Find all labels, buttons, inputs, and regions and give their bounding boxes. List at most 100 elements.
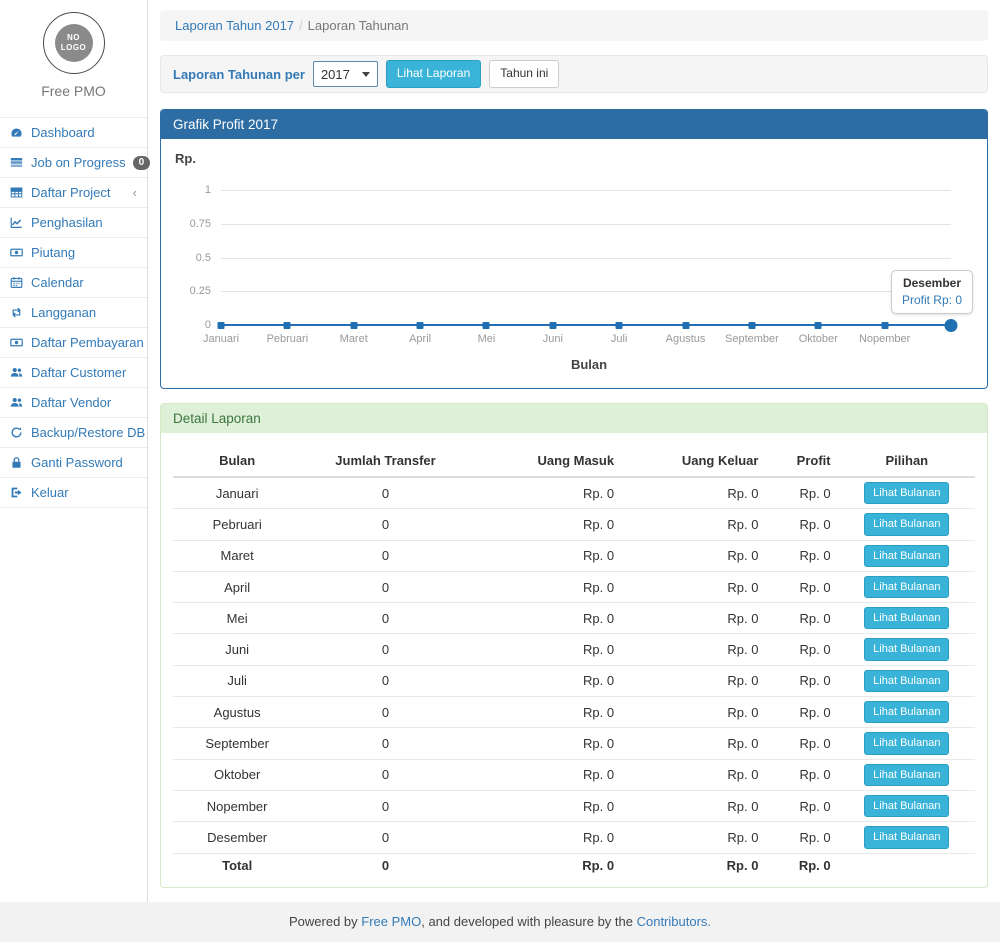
retweet-icon [10,306,24,319]
sidebar-item-langganan[interactable]: Langganan [0,298,147,328]
profit-cell: Rp. 0 [766,571,838,602]
profit-cell: Rp. 0 [766,853,838,877]
sidebar-item-label: Job on Progress [31,155,126,170]
y-tick-label: 0.25 [190,285,211,297]
footer-link-contributors[interactable]: Contributors. [637,914,711,929]
profit-cell: Rp. 0 [766,697,838,728]
data-point-oktober[interactable] [815,322,822,329]
x-tick-label: Juni [543,333,563,345]
money-out-cell: Rp. 0 [622,759,766,790]
money-in-cell: Rp. 0 [470,697,622,728]
data-point-pebruari[interactable] [284,322,291,329]
data-point-januari[interactable] [218,322,225,329]
table-row-desember: Desember0Rp. 0Rp. 0Rp. 0Lihat Bulanan [173,822,975,853]
sidebar-item-daftar-customer[interactable]: Daftar Customer [0,358,147,388]
view-monthly-button-maret[interactable]: Lihat Bulanan [864,545,949,567]
profit-cell: Rp. 0 [766,477,838,509]
money-in-cell: Rp. 0 [470,853,622,877]
detail-report-panel: Detail Laporan BulanJumlah TransferUang … [160,403,988,888]
sidebar-item-daftar-pembayaran[interactable]: Daftar Pembayaran [0,328,147,358]
sidebar-item-daftar-project[interactable]: Daftar Project‹ [0,178,147,208]
transfer-count-cell: 0 [301,790,469,821]
users-icon [10,396,24,409]
profit-cell: Rp. 0 [766,790,838,821]
data-point-juli[interactable] [616,322,623,329]
data-point-agustus[interactable] [682,322,689,329]
column-header-uang-masuk: Uang Masuk [470,445,622,477]
money-out-cell: Rp. 0 [622,571,766,602]
sidebar-item-piutang[interactable]: Piutang [0,238,147,268]
logo-text-line1: NO [67,33,80,43]
sidebar-item-label: Ganti Password [31,455,123,470]
profit-series-line [221,324,951,326]
action-cell: Lihat Bulanan [839,477,975,509]
view-monthly-button-nopember[interactable]: Lihat Bulanan [864,795,949,817]
chart-tooltip-value: Profit Rp: 0 [902,293,962,307]
view-monthly-button-juni[interactable]: Lihat Bulanan [864,638,949,660]
monthly-report-table: BulanJumlah TransferUang MasukUang Kelua… [173,445,975,877]
column-header-profit: Profit [766,445,838,477]
sidebar-item-job-on-progress[interactable]: Job on Progress0 [0,148,147,178]
profit-cell: Rp. 0 [766,540,838,571]
view-monthly-button-oktober[interactable]: Lihat Bulanan [864,764,949,786]
view-monthly-button-juli[interactable]: Lihat Bulanan [864,670,949,692]
money-out-cell: Rp. 0 [622,540,766,571]
brand-name: Free PMO [0,83,147,99]
chart-tooltip-title: Desember [902,276,962,290]
sidebar-item-label: Daftar Project [31,185,110,200]
data-point-nopember[interactable] [881,322,888,329]
users-icon [10,366,24,379]
sidebar-item-penghasilan[interactable]: Penghasilan [0,208,147,238]
data-point-maret[interactable] [350,322,357,329]
sidebar-item-label: Dashboard [31,125,95,140]
sidebar-item-dashboard[interactable]: Dashboard [0,118,147,148]
sidebar-item-calendar[interactable]: Calendar [0,268,147,298]
action-cell: Lihat Bulanan [839,697,975,728]
view-monthly-button-september[interactable]: Lihat Bulanan [864,732,949,754]
view-monthly-button-agustus[interactable]: Lihat Bulanan [864,701,949,723]
view-monthly-button-april[interactable]: Lihat Bulanan [864,576,949,598]
footer-link-free-pmo[interactable]: Free PMO [361,914,421,929]
sidebar: NO LOGO Free PMO DashboardJob on Progres… [0,0,148,902]
view-monthly-button-januari[interactable]: Lihat Bulanan [864,482,949,504]
data-point-juni[interactable] [549,322,556,329]
data-point-mei[interactable] [483,322,490,329]
table-row-juni: Juni0Rp. 0Rp. 0Rp. 0Lihat Bulanan [173,634,975,665]
year-select[interactable]: 2017 [313,61,378,87]
sidebar-item-backup-restore-db[interactable]: Backup/Restore DB [0,418,147,448]
month-cell: Mei [173,603,301,634]
profit-chart-body: Rp. 10.750.50.250JanuariPebruariMaretApr… [161,139,987,388]
transfer-count-cell: 0 [301,571,469,602]
footer-text-middle: , and developed with pleasure by the [421,914,636,929]
table-row-januari: Januari0Rp. 0Rp. 0Rp. 0Lihat Bulanan [173,477,975,509]
profit-cell: Rp. 0 [766,509,838,540]
view-monthly-button-mei[interactable]: Lihat Bulanan [864,607,949,629]
tasks-icon [10,156,24,169]
current-year-button[interactable]: Tahun ini [489,60,559,88]
y-tick-label: 0.5 [196,252,211,264]
money-in-cell: Rp. 0 [470,571,622,602]
month-cell: Juni [173,634,301,665]
sidebar-item-label: Keluar [31,485,69,500]
detail-report-panel-title: Detail Laporan [161,404,987,433]
data-point-desember[interactable] [945,319,958,332]
action-cell: Lihat Bulanan [839,540,975,571]
main-content: Laporan Tahun 2017/Laporan Tahunan Lapor… [148,0,1000,902]
data-point-september[interactable] [748,322,755,329]
profit-cell: Rp. 0 [766,728,838,759]
breadcrumb-link[interactable]: Laporan Tahun 2017 [175,18,294,33]
money-in-cell: Rp. 0 [470,477,622,509]
view-monthly-button-pebruari[interactable]: Lihat Bulanan [864,513,949,535]
data-point-april[interactable] [417,322,424,329]
view-monthly-button-desember[interactable]: Lihat Bulanan [864,826,949,848]
view-report-button[interactable]: Lihat Laporan [386,60,481,88]
money-in-cell: Rp. 0 [470,822,622,853]
profit-cell: Rp. 0 [766,634,838,665]
sidebar-item-ganti-password[interactable]: Ganti Password [0,448,147,478]
sidebar-item-keluar[interactable]: Keluar [0,478,147,508]
month-cell: Januari [173,477,301,509]
table-row-juli: Juli0Rp. 0Rp. 0Rp. 0Lihat Bulanan [173,665,975,696]
month-cell: Desember [173,822,301,853]
sidebar-item-daftar-vendor[interactable]: Daftar Vendor [0,388,147,418]
column-header-uang-keluar: Uang Keluar [622,445,766,477]
